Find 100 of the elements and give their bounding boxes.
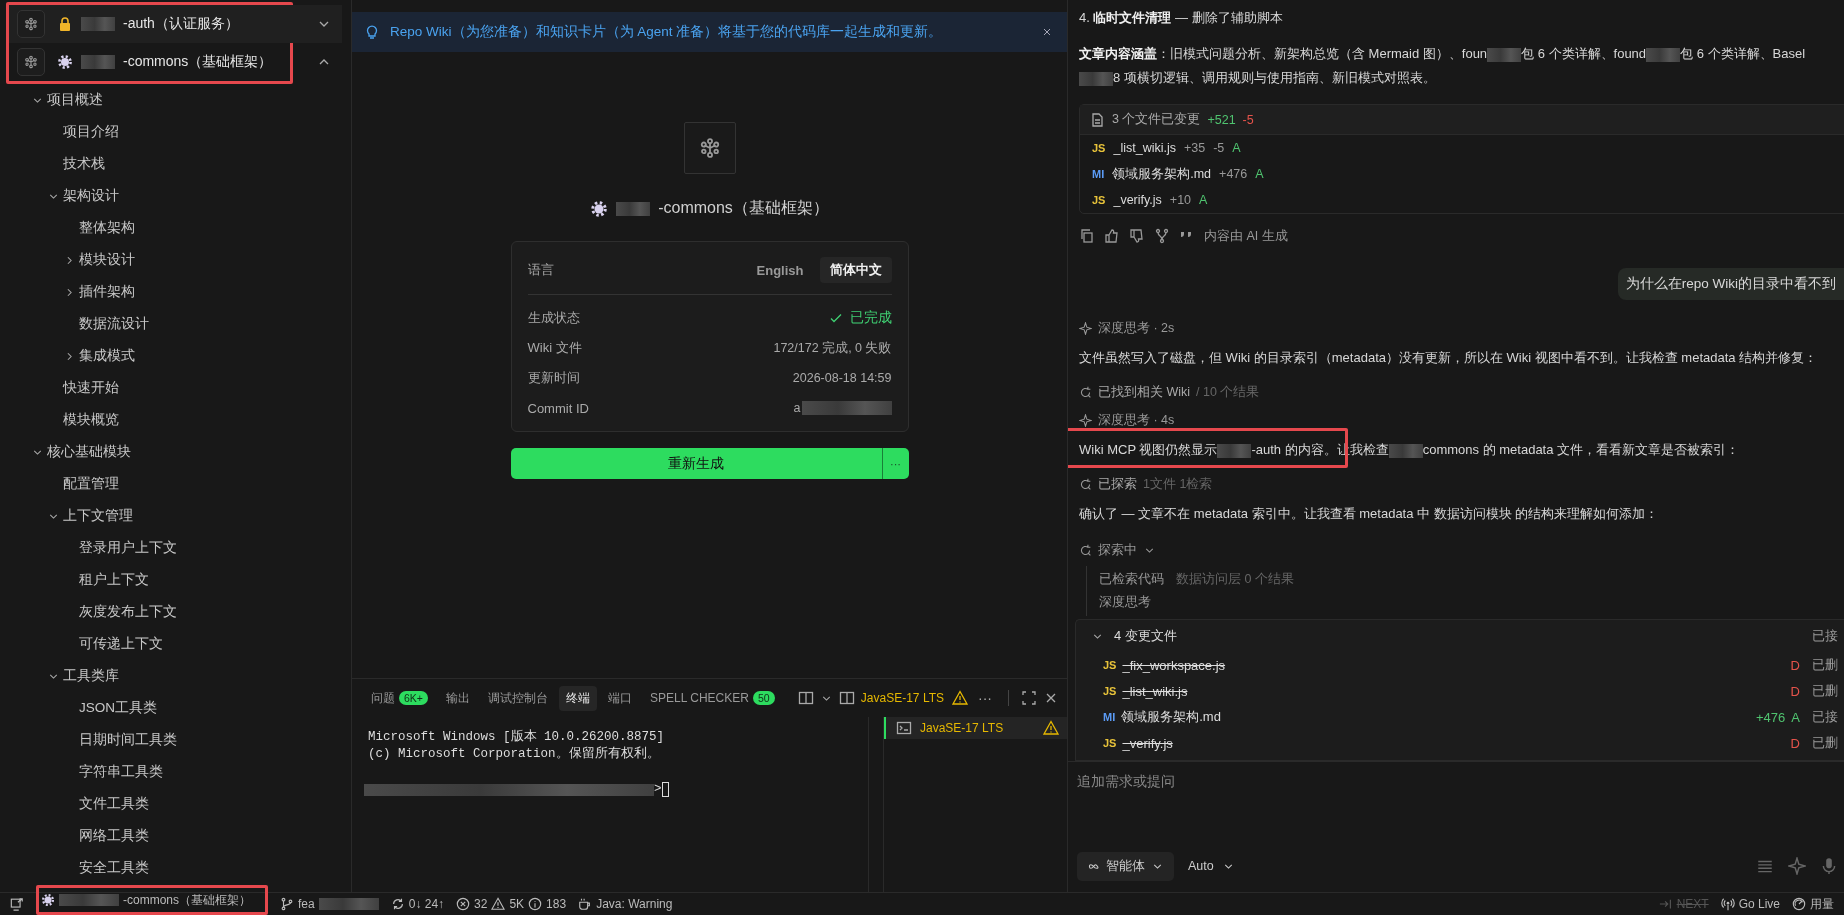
panel-tab[interactable]: 输出 [439,685,477,711]
tree-item[interactable]: 灰度发布上下文 [79,603,177,621]
info-icon[interactable] [528,897,543,911]
accept-action[interactable]: 已接 [1812,627,1838,645]
lock-icon [57,16,73,32]
panel-tab[interactable]: 终端 [559,685,597,711]
changes-title: 4 变更文件 [1114,627,1177,645]
tool-label[interactable]: 已探索 [1098,475,1137,493]
warning-count[interactable]: 5K [509,897,525,911]
tree-item[interactable]: 快速开始 [63,379,119,397]
thinking-icon[interactable] [1079,321,1092,335]
microphone-icon[interactable] [1820,857,1838,875]
warning-icon[interactable] [491,897,506,911]
model-dropdown[interactable]: Auto [1182,858,1241,874]
file-row[interactable]: JS _verify.js D 已删 [1076,730,1844,756]
field-value: 172/172 完成, 0 失败 [773,339,892,357]
file-row[interactable]: JS _verify.js +10 A [1080,187,1844,213]
sparkle-icon[interactable] [1788,857,1806,875]
maximize-icon[interactable] [1021,690,1037,706]
status-item[interactable]: fea [298,897,315,911]
broadcast-icon[interactable] [1720,897,1735,911]
step-label: 已检索代码 [1099,571,1164,588]
file-row[interactable]: JS _list_wiki.js D 已删 [1076,678,1844,704]
tree-item[interactable]: 文件工具类 [79,795,149,813]
tree-item[interactable]: 插件架构 [79,283,135,301]
terminal-list-item[interactable]: JavaSE-17 LTS [884,717,1067,739]
file-row[interactable]: MI 领域服务架构.md +476 A [1080,161,1844,187]
field-label: 更新时间 [527,369,580,387]
file-row[interactable]: MI 领域服务架构.md +476 A 已接 [1076,704,1844,730]
branch-icon[interactable] [280,897,294,911]
tree-item[interactable]: 工具类库 [63,667,119,685]
tree-item[interactable]: 安全工具类 [79,859,149,877]
tree-item[interactable]: 集成模式 [79,347,135,365]
tree-item[interactable]: 项目概述 [47,91,103,109]
tool-detail: 1文件 1检索 [1143,475,1213,493]
tree-item[interactable]: 项目介绍 [63,123,119,141]
tree-item[interactable]: 数据流设计 [79,315,149,333]
language-option[interactable]: 简体中文 [819,257,892,283]
more-button[interactable]: ··· [881,448,909,479]
thinking-label[interactable]: 深度思考 · 2s [1098,319,1175,337]
tree-item[interactable]: 登录用户上下文 [79,539,177,557]
input-field[interactable]: 追加需求或提问 [1077,768,1838,794]
remote-icon[interactable] [10,897,24,911]
branch-icon[interactable] [1154,228,1170,244]
tree-item[interactable]: 上下文管理 [63,507,133,525]
panel-tab[interactable]: SPELL CHECKER 50 [643,687,782,709]
tree-item[interactable]: 模块设计 [79,251,135,269]
more-button[interactable]: ··· [972,690,998,706]
thinking-icon[interactable] [1079,413,1092,427]
thumbs-up-icon[interactable] [1104,228,1120,244]
file-type-label: JS [1092,194,1106,206]
gear-icon[interactable] [41,893,55,907]
tool-label[interactable]: 探索中 [1098,541,1137,559]
error-count[interactable]: 32 [474,897,488,911]
file-name: _fix_workspace.js [1122,657,1226,673]
tool-label[interactable]: 已找到相关 Wiki [1098,383,1191,401]
copy-icon[interactable] [1079,228,1095,244]
panel-tab[interactable]: 调试控制台 [481,685,555,711]
status-item[interactable]: -commons（基础框架） [123,891,251,909]
language-option[interactable]: English [746,257,814,283]
gauge-icon[interactable] [1792,897,1806,911]
status-item[interactable]: 0↓ 24↑ [408,897,445,911]
tree-item[interactable]: 租户上下文 [79,571,149,589]
status-item[interactable]: Java: Warning [596,897,673,911]
mode-dropdown[interactable]: 智能体 [1077,851,1174,881]
close-icon[interactable] [1041,26,1053,38]
message-text: 8 项横切逻辑、调用规则与使用指南、新旧模式对照表。 [1113,70,1436,85]
panel-tab[interactable]: 端口 [601,685,639,711]
regenerate-button[interactable]: 重新生成 [510,448,882,479]
tree-item[interactable]: 核心基础模块 [47,443,131,461]
terminal-name[interactable]: JavaSE-17 LTS [860,691,944,705]
cup-icon[interactable] [578,897,593,911]
file-row[interactable]: JS _fix_workspace.js D 已删 [1076,652,1844,678]
file-row[interactable]: JS _list_wiki.js +35 -5 A [1080,135,1844,161]
tree-item[interactable]: 网络工具类 [79,827,149,845]
split-icon[interactable] [797,690,814,706]
thumbs-down-icon[interactable] [1129,228,1145,244]
status-item[interactable]: Go Live [1738,897,1780,911]
tree-item[interactable]: 整体架构 [79,219,135,237]
tree-item[interactable]: 模块概览 [63,411,119,429]
info-count[interactable]: 183 [546,897,567,911]
error-icon[interactable] [456,897,471,911]
field-label: Commit ID [527,400,589,416]
file-status: D [1790,657,1800,673]
status-item[interactable]: 用量 [1810,895,1834,913]
tree-item[interactable]: 可传递上下文 [79,635,163,653]
repo-header[interactable]: -auth（认证服务） [9,5,342,43]
repo-header[interactable]: -commons（基础框架） [9,43,342,81]
tree-item[interactable]: JSON工具类 [79,699,157,717]
tree-item[interactable]: 配置管理 [63,475,119,493]
tree-item[interactable]: 架构设计 [63,187,119,205]
tree-item[interactable]: 技术栈 [63,155,105,173]
tree-item[interactable]: 字符串工具类 [79,763,163,781]
panel-tab[interactable]: 问题 6K+ [364,685,435,711]
thinking-label[interactable]: 深度思考 · 4s [1098,411,1175,429]
sync-icon[interactable] [390,897,405,911]
tree-item[interactable]: 日期时间工具类 [79,731,177,749]
search-icon [1079,543,1092,557]
removed-count: -5 [1242,112,1254,127]
added-count: +476 [1756,709,1786,725]
